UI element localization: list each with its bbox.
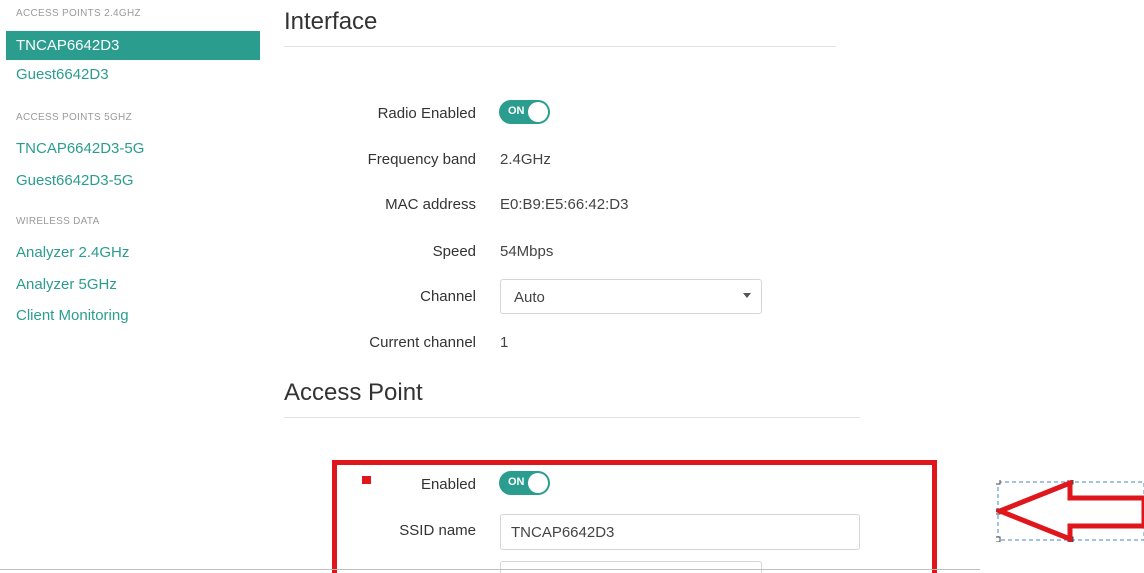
sidebar-header-wireless-data: WIRELESS DATA <box>16 216 100 227</box>
sidebar-item-tncap6642d3[interactable]: TNCAP6642D3 <box>6 31 260 60</box>
section-divider <box>284 46 836 47</box>
channel-select-value: Auto <box>514 289 545 306</box>
current-channel-label: Current channel <box>369 334 476 351</box>
section-divider <box>284 417 860 418</box>
sidebar-item-guest6642d3-5g[interactable]: Guest6642D3-5G <box>16 172 134 189</box>
speed-label: Speed <box>432 243 476 260</box>
sidebar-item-client-monitoring[interactable]: Client Monitoring <box>16 307 129 324</box>
section-title-access-point: Access Point <box>284 379 423 406</box>
toggle-on-text: ON <box>508 105 525 117</box>
section-title-interface: Interface <box>284 8 378 35</box>
sidebar-header-access-points-24ghz: ACCESS POINTS 2.4GHZ <box>16 8 141 19</box>
channel-select[interactable]: Auto <box>500 279 762 314</box>
speed-value: 54Mbps <box>500 243 554 260</box>
sidebar-item-guest6642d3[interactable]: Guest6642D3 <box>16 66 109 83</box>
annotation-arrow-icon[interactable] <box>993 478 1144 543</box>
current-channel-value: 1 <box>500 334 509 351</box>
mac-address-value: E0:B9:E5:66:42:D3 <box>500 196 629 213</box>
chevron-down-icon <box>743 293 751 298</box>
radio-enabled-toggle[interactable]: ON <box>499 100 550 124</box>
arrow-left-icon <box>993 478 1144 543</box>
sidebar-header-access-points-5ghz: ACCESS POINTS 5GHZ <box>16 112 132 123</box>
frequency-band-value: 2.4GHz <box>500 151 551 168</box>
required-marker <box>362 476 371 484</box>
frequency-band-label: Frequency band <box>367 151 476 168</box>
sidebar: ACCESS POINTS 2.4GHZ TNCAP6642D3 Guest66… <box>0 0 262 573</box>
channel-label: Channel <box>420 288 476 305</box>
radio-enabled-label: Radio Enabled <box>377 105 476 122</box>
annotation-highlight-box <box>332 460 937 573</box>
mac-address-label: MAC address <box>385 196 476 213</box>
sidebar-item-analyzer-24ghz[interactable]: Analyzer 2.4GHz <box>16 244 129 261</box>
toggle-knob <box>528 102 548 122</box>
sidebar-item-tncap6642d3-5g[interactable]: TNCAP6642D3-5G <box>16 140 144 157</box>
sidebar-item-analyzer-5ghz[interactable]: Analyzer 5GHz <box>16 276 117 293</box>
page-bottom-divider <box>0 569 980 570</box>
